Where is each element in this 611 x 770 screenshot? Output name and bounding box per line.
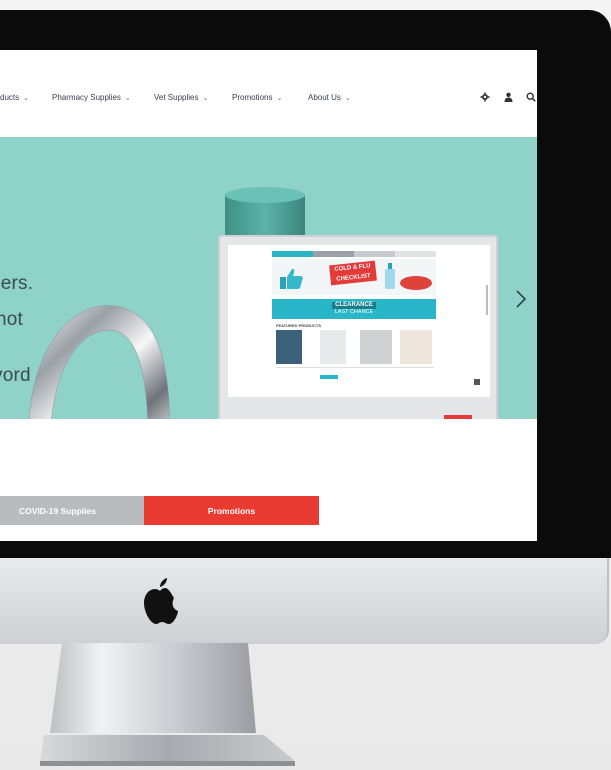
mini-divider xyxy=(276,367,434,368)
mini-clearance-subtitle: LAST CHANCE xyxy=(334,309,374,315)
mini-product-image xyxy=(276,330,302,364)
chevron-down-icon: ⌄ xyxy=(124,94,131,102)
mini-product-image xyxy=(400,330,432,364)
chevron-down-icon: ⌄ xyxy=(23,94,29,102)
monitor-stand xyxy=(40,643,295,766)
nav-item-label: About Us xyxy=(308,93,341,102)
nav-item-label: Promotions xyxy=(232,93,273,102)
mini-tab xyxy=(272,251,313,257)
mini-screen: COLD & FLU CHECKLIST CLEARANCE LAST CHAN… xyxy=(228,245,490,397)
promotions-button[interactable]: Promotions xyxy=(144,496,319,525)
mini-product-image xyxy=(360,330,392,364)
chevron-down-icon: ⌄ xyxy=(344,94,351,102)
carousel-next-arrow-icon[interactable] xyxy=(512,287,530,311)
nav-item-label: Pharmacy Supplies xyxy=(52,93,121,102)
mini-product-image xyxy=(320,330,346,364)
settings-icon[interactable] xyxy=(479,91,491,103)
nav-item-label: ducts xyxy=(0,93,20,102)
nav-item-pharmacy-supplies[interactable]: Pharmacy Supplies ⌄ xyxy=(52,93,131,102)
mini-banner: COLD & FLU CHECKLIST xyxy=(272,259,436,295)
hero-banner: ders. not vord xyxy=(0,137,537,499)
mini-tab xyxy=(395,251,436,257)
chevron-down-icon: ⌄ xyxy=(276,94,283,102)
desktop-scene: ducts ⌄ Pharmacy Supplies ⌄ Vet Supplies… xyxy=(0,0,611,770)
apple-logo-icon xyxy=(144,578,178,624)
chevron-down-icon: ⌄ xyxy=(202,94,209,102)
mini-banner-title: COLD & FLU CHECKLIST xyxy=(329,260,377,286)
thumbs-up-icon xyxy=(280,268,303,289)
covid-supplies-button[interactable]: COVID-19 Supplies xyxy=(0,496,144,525)
nav-item-products[interactable]: ducts ⌄ xyxy=(0,93,29,102)
nav-item-label: Vet Supplies xyxy=(154,93,199,102)
top-navigation: ducts ⌄ Pharmacy Supplies ⌄ Vet Supplies… xyxy=(0,50,537,137)
website-screen: ducts ⌄ Pharmacy Supplies ⌄ Vet Supplies… xyxy=(0,50,537,541)
mini-add-button xyxy=(320,375,338,379)
mini-tab xyxy=(313,251,354,257)
mini-clearance-banner: CLEARANCE LAST CHANCE xyxy=(272,299,436,319)
monitor-bezel: ducts ⌄ Pharmacy Supplies ⌄ Vet Supplies… xyxy=(0,10,611,558)
red-pack-icon xyxy=(400,276,432,290)
user-icon[interactable] xyxy=(502,91,514,103)
mini-clearance-title: CLEARANCE xyxy=(332,302,376,309)
mini-scroll-top-icon xyxy=(474,379,480,385)
nav-item-promotions[interactable]: Promotions ⌄ xyxy=(232,93,282,102)
nav-item-about-us[interactable]: About Us ⌄ xyxy=(308,93,351,102)
nav-item-vet-supplies[interactable]: Vet Supplies ⌄ xyxy=(154,93,208,102)
mini-section-title: FEATURED PRODUCTS xyxy=(276,323,322,328)
search-icon[interactable] xyxy=(525,91,537,103)
mini-scrollbar xyxy=(486,285,488,315)
monitor-chin xyxy=(0,558,609,644)
mini-tab-bar xyxy=(272,251,436,257)
sanitizer-bottle-icon xyxy=(385,263,395,289)
mini-tab xyxy=(354,251,395,257)
mini-monitor-frame: COLD & FLU CHECKLIST CLEARANCE LAST CHAN… xyxy=(218,235,498,425)
